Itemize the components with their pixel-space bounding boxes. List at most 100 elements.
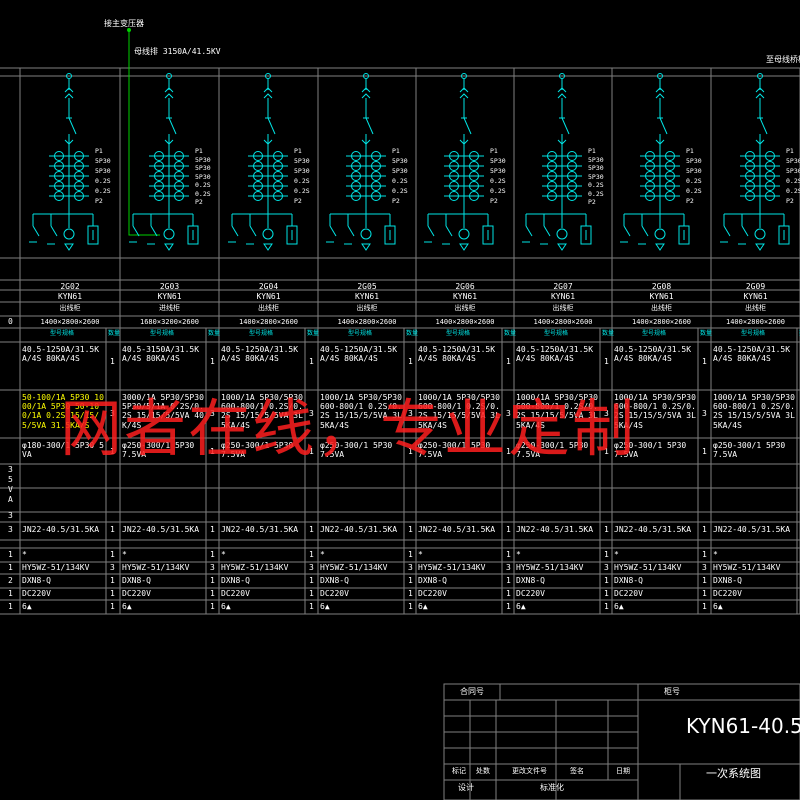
qty-value: 1 bbox=[506, 550, 511, 559]
spec-header: 型号规格 bbox=[150, 330, 175, 337]
indicator-spec: DXN8-Q bbox=[614, 576, 643, 585]
ct-label: 5P30 bbox=[95, 167, 111, 175]
earth-switch-spec: JN22-40.5/31.5KA bbox=[320, 525, 398, 534]
cabinet-code: 2G04 bbox=[258, 282, 279, 291]
ct-label: P1 bbox=[195, 147, 203, 155]
earth-switch-spec: JN22-40.5/31.5KA bbox=[122, 525, 200, 534]
transformer-label: 接主变压器 bbox=[104, 19, 144, 28]
plug-contact-icon bbox=[557, 93, 567, 99]
feeder-unit bbox=[424, 73, 494, 251]
ct-label: P1 bbox=[392, 147, 400, 155]
switch-icon bbox=[741, 225, 749, 237]
cabinet-size: 1400×2800×2600 bbox=[631, 318, 692, 326]
partial-column-value: A bbox=[8, 495, 13, 504]
qty-value: 1 bbox=[408, 589, 413, 598]
breaker-icon bbox=[759, 117, 768, 135]
cabinet-size: 1400×2800×2600 bbox=[238, 318, 299, 326]
ct-label: P2 bbox=[195, 198, 203, 207]
qty-value: 1 bbox=[110, 357, 115, 366]
qty-value: 1 bbox=[604, 589, 609, 598]
qty-value: 1 bbox=[309, 357, 314, 366]
dc-spec: DC220V bbox=[516, 589, 545, 598]
ct-label: 5P30 bbox=[686, 167, 702, 175]
indicator-icon bbox=[262, 228, 274, 240]
misc-spec: 6▲ bbox=[22, 602, 32, 611]
qty-value: 1 bbox=[506, 525, 511, 534]
qty-header: 数量 bbox=[700, 330, 713, 337]
ground-icon bbox=[755, 243, 765, 251]
earth-switch-spec: JN22-40.5/31.5KA bbox=[516, 525, 594, 534]
earth-switch-icon bbox=[231, 225, 239, 237]
ct-label: 0.2S bbox=[786, 177, 800, 185]
breaker-icon bbox=[267, 117, 276, 135]
arrester-spec: HY5WZ-51/134KV bbox=[713, 563, 781, 572]
dc-spec: DC220V bbox=[122, 589, 151, 598]
qty-value: 3 bbox=[702, 563, 707, 572]
cabinet-use: 出线柜 bbox=[258, 304, 279, 312]
spec-header: 型号规格 bbox=[249, 330, 274, 337]
ct-label: 0.2S bbox=[588, 189, 604, 198]
cabinet-use: 出线柜 bbox=[59, 304, 81, 312]
dc-spec: DC220V bbox=[221, 589, 250, 598]
qty-value: 1 bbox=[604, 602, 609, 611]
switch-icon bbox=[249, 225, 257, 237]
qty-value: 1 bbox=[309, 602, 314, 611]
ct-label: P2 bbox=[588, 198, 596, 207]
ct-label: 0.2S bbox=[95, 177, 111, 185]
partial-column-value: 3 bbox=[8, 465, 13, 474]
partial-column-value: 3 bbox=[8, 525, 13, 534]
ct-label: P2 bbox=[392, 197, 400, 205]
cabinet-use: 出线柜 bbox=[651, 304, 672, 312]
qty-header: 数量 bbox=[406, 330, 419, 337]
arrester-spec: HY5WZ-51/134KV bbox=[614, 563, 682, 572]
cabinet-use: 出线柜 bbox=[356, 304, 378, 312]
qty-value: 1 bbox=[309, 576, 314, 585]
arrester-spec: HY5WZ-51/134KV bbox=[221, 563, 289, 572]
ct-label: 0.2S bbox=[686, 177, 702, 185]
qty-header: 数量 bbox=[504, 330, 517, 337]
cabinet-size: 1400×2800×2600 bbox=[533, 318, 593, 326]
earth-switch-icon bbox=[623, 225, 631, 237]
ct-label: 5P30 bbox=[294, 167, 310, 175]
file-label: 更改文件号 bbox=[512, 767, 547, 775]
drawing-no-label: 柜号 bbox=[664, 687, 680, 696]
cabinet-model: KYN61 bbox=[743, 292, 768, 301]
ct-label: 0.2S bbox=[95, 187, 111, 195]
cabinet-use: 出线柜 bbox=[552, 304, 574, 312]
star-spec: * bbox=[221, 550, 226, 559]
qty-value: 1 bbox=[408, 550, 413, 559]
indicator-spec: DXN8-Q bbox=[22, 576, 51, 585]
ct-label: 0.2S bbox=[686, 187, 702, 195]
cabinet-model: KYN61 bbox=[57, 292, 83, 301]
indicator-spec: DXN8-Q bbox=[418, 576, 447, 585]
breaker-spec: 40.5-1250A/31.5KA/4S 80KA/4S bbox=[221, 345, 299, 364]
ct-label: 0.2S bbox=[490, 187, 506, 195]
breaker-icon bbox=[68, 117, 77, 135]
breaker-icon bbox=[561, 117, 570, 135]
qty-value: 1 bbox=[110, 550, 115, 559]
switch-icon bbox=[641, 225, 649, 237]
qty-value: 3 bbox=[702, 409, 707, 418]
feeder-unit bbox=[720, 73, 790, 251]
plug-contact-icon bbox=[64, 93, 74, 99]
ct-label: 0.2S bbox=[588, 181, 604, 190]
qty-value: 1 bbox=[110, 589, 115, 598]
cabinet-model: KYN61 bbox=[354, 292, 380, 301]
qty-value: 1 bbox=[702, 589, 707, 598]
cabinet-code: 2G02 bbox=[60, 282, 80, 291]
cabinet-model: KYN61 bbox=[452, 292, 478, 301]
qty-value: 3 bbox=[604, 563, 609, 572]
feeder-unit bbox=[228, 73, 298, 251]
feeder-unit bbox=[522, 73, 592, 251]
partial-column-value: 1 bbox=[8, 589, 13, 598]
spec-header: 型号规格 bbox=[348, 330, 373, 337]
plug-contact-icon bbox=[459, 93, 469, 99]
feeder-unit bbox=[129, 73, 199, 251]
qty-value: 1 bbox=[210, 576, 215, 585]
ct-label: 0.2S bbox=[786, 187, 800, 195]
ct-label: 5P30 bbox=[195, 172, 211, 181]
spec-header: 型号规格 bbox=[50, 330, 75, 337]
cabinet-size: 1400×2800×2600 bbox=[725, 318, 786, 326]
cabinet-use: 出线柜 bbox=[745, 304, 766, 312]
indicator-icon bbox=[654, 228, 666, 240]
